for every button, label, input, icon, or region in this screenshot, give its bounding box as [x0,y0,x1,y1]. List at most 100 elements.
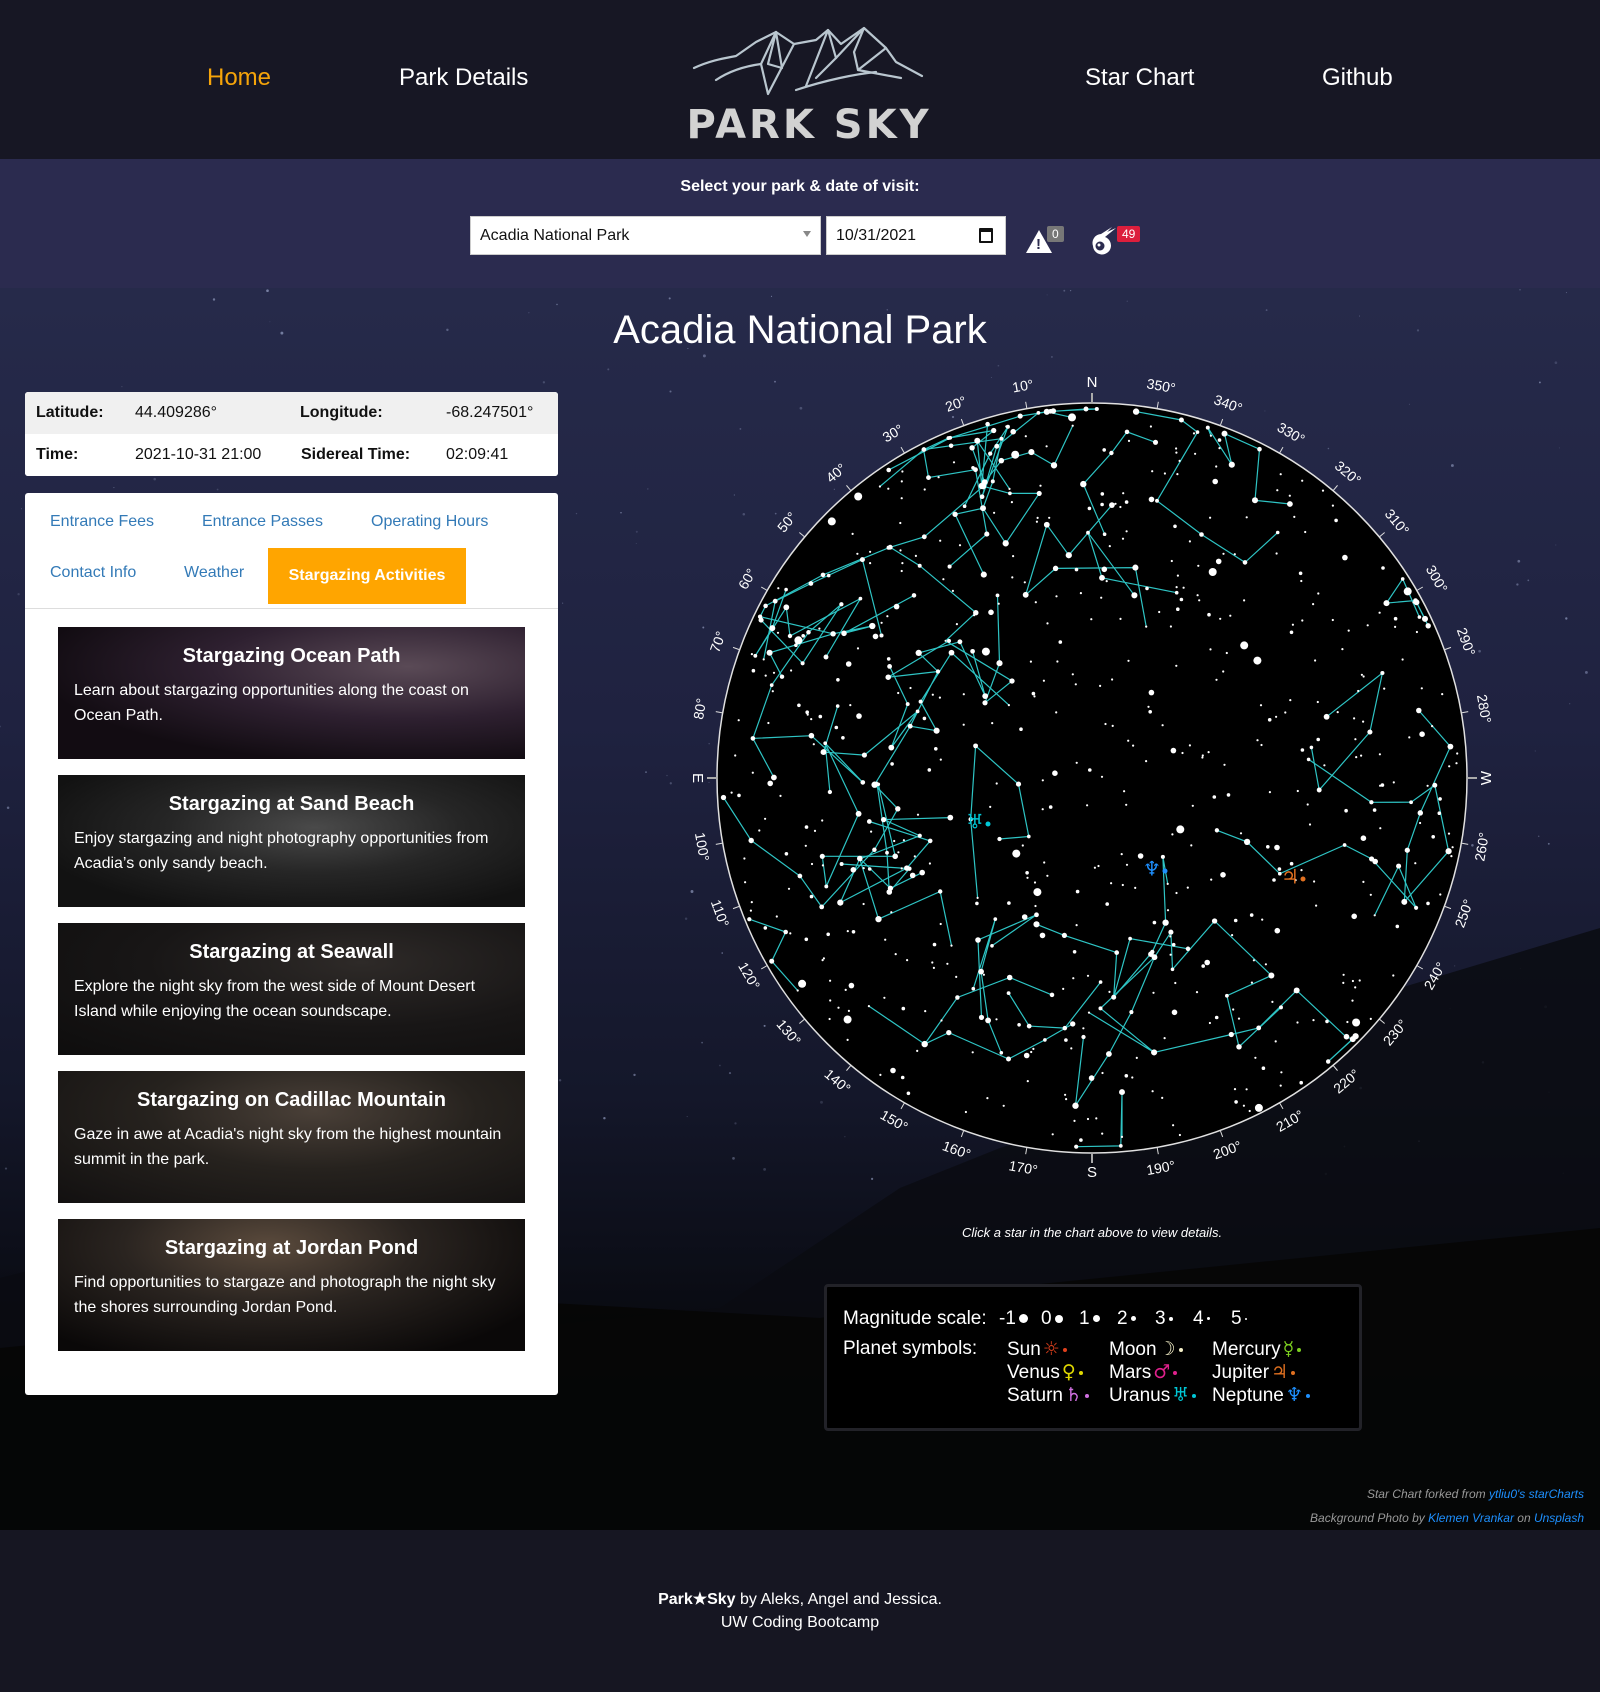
star[interactable] [906,959,909,962]
star[interactable] [810,862,814,866]
star[interactable] [829,999,832,1002]
star[interactable] [826,932,830,937]
star[interactable] [848,982,855,989]
star[interactable] [902,839,905,842]
star[interactable] [1313,880,1316,883]
star[interactable] [1041,779,1044,782]
star[interactable] [1062,1025,1068,1031]
star[interactable] [1253,656,1262,665]
star[interactable] [895,806,901,812]
star[interactable] [772,671,776,674]
activity-card[interactable]: Stargazing on Cadillac Mountain Gaze in … [58,1071,525,1203]
star[interactable] [1026,876,1029,879]
star[interactable] [1160,854,1165,859]
star[interactable] [1378,753,1381,756]
star[interactable] [955,975,958,979]
star[interactable] [1029,660,1032,663]
star[interactable] [1317,592,1320,595]
star[interactable] [927,838,933,844]
star[interactable] [1174,981,1177,985]
star[interactable] [939,758,942,761]
star[interactable] [841,736,845,740]
star[interactable] [1182,586,1185,589]
star[interactable] [869,622,876,630]
star[interactable] [1321,489,1325,492]
star[interactable] [856,647,860,650]
star[interactable] [1026,1023,1032,1029]
star[interactable] [821,864,824,867]
star[interactable] [1158,610,1161,614]
star[interactable] [764,817,767,820]
star[interactable] [1366,624,1369,627]
star[interactable] [975,937,981,943]
star[interactable] [857,857,862,861]
star[interactable] [1288,494,1291,497]
star[interactable] [794,636,803,645]
star[interactable] [981,647,990,656]
star[interactable] [827,789,833,795]
star[interactable] [1344,808,1348,813]
star[interactable] [1012,555,1015,558]
star[interactable] [918,699,923,704]
star[interactable] [1207,751,1210,754]
star[interactable] [796,989,799,992]
unsplash-link[interactable]: Unsplash [1534,1511,1584,1525]
calendar-icon[interactable] [979,228,993,243]
star[interactable] [1360,835,1367,841]
star[interactable] [1127,739,1130,742]
star[interactable] [1026,1080,1029,1083]
star[interactable] [783,604,790,611]
star[interactable] [1362,720,1365,723]
date-input[interactable]: 10/31/2021 [826,216,1006,255]
star[interactable] [1233,918,1238,923]
star[interactable] [777,587,780,590]
star[interactable] [1011,576,1014,579]
star[interactable] [1450,855,1453,858]
star[interactable] [1417,810,1424,816]
star[interactable] [991,722,994,725]
star[interactable] [1100,502,1104,507]
star[interactable] [1342,843,1347,847]
star[interactable] [764,674,767,677]
star[interactable] [984,531,990,537]
star[interactable] [854,492,863,501]
star[interactable] [1354,986,1357,989]
star[interactable] [1034,601,1037,604]
star[interactable] [808,581,814,586]
star[interactable] [1209,516,1212,519]
star[interactable] [1191,804,1194,807]
star[interactable] [839,602,844,607]
star[interactable] [1087,1011,1091,1014]
star[interactable] [1419,731,1425,737]
star[interactable] [890,1067,896,1074]
star[interactable] [804,825,809,829]
star[interactable] [985,421,990,427]
star[interactable] [1034,904,1037,908]
star[interactable] [911,593,917,598]
star[interactable] [962,723,965,726]
star[interactable] [980,505,986,512]
star[interactable] [928,862,931,865]
star[interactable] [1222,670,1225,673]
star[interactable] [1033,881,1037,884]
star[interactable] [978,968,984,975]
star[interactable] [1011,450,1020,459]
star[interactable] [1409,800,1413,805]
star[interactable] [1114,502,1117,505]
star[interactable] [823,741,828,746]
star[interactable] [1351,913,1357,920]
star[interactable] [1289,630,1294,635]
star[interactable] [1086,1117,1090,1121]
star[interactable] [1379,827,1382,830]
star[interactable] [730,791,733,794]
star[interactable] [1100,596,1103,599]
star[interactable] [1007,704,1010,707]
star[interactable] [851,930,856,934]
star[interactable] [1079,592,1082,595]
star[interactable] [1243,599,1246,602]
star[interactable] [932,942,937,947]
star[interactable] [772,598,778,604]
star[interactable] [1175,891,1178,895]
star[interactable] [933,727,940,734]
star[interactable] [1088,768,1092,772]
